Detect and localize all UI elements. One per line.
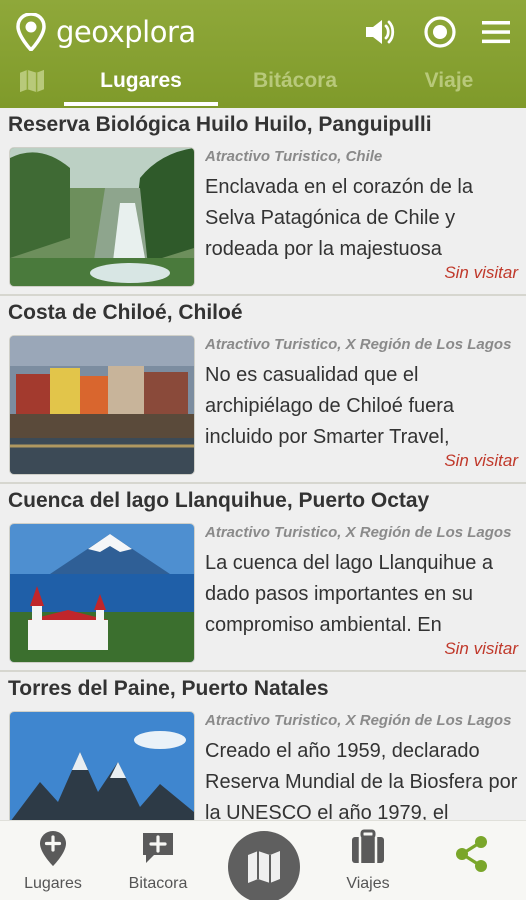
place-category: Atractivo Turistico, X Región de Los Lag… (205, 336, 512, 353)
nav-label: Viajes (346, 875, 390, 892)
place-description: Enclavada en el corazón de la Selva Pata… (205, 176, 473, 260)
place-title: Costa de Chiloé, Chiloé (8, 301, 243, 324)
nav-label: Bitacora (128, 875, 188, 892)
top-bar: geoxplora (0, 0, 526, 62)
place-image (10, 336, 194, 474)
places-list[interactable]: Reserva Biológica Huilo Huilo, Panguipul… (0, 108, 526, 820)
bottom-navigation: Lugares Bitacora Viajes (0, 820, 526, 900)
visit-status: Sin visitar (444, 451, 518, 470)
tab-viaje[interactable]: Viaje (372, 62, 526, 106)
active-tab-indicator (64, 102, 218, 106)
tab-map[interactable] (0, 62, 64, 106)
map-icon (248, 851, 280, 883)
luggage-icon (350, 829, 386, 867)
tab-bar: Lugares Bitácora Viaje (0, 62, 526, 106)
volume-icon[interactable] (362, 14, 398, 50)
visit-status: Sin visitar (444, 263, 518, 282)
place-title: Reserva Biológica Huilo Huilo, Panguipul… (8, 113, 432, 136)
menu-icon[interactable] (478, 14, 514, 50)
nav-viajes[interactable]: Viajes (318, 821, 418, 900)
app-name: geoxplora (56, 15, 196, 49)
place-title: Torres del Paine, Puerto Natales (8, 677, 329, 700)
place-card[interactable]: Torres del Paine, Puerto Natales Atracti… (0, 672, 526, 820)
place-card[interactable]: Costa de Chiloé, Chiloé Atractivo Turist… (0, 296, 526, 484)
add-comment-icon (140, 829, 176, 867)
add-place-icon (35, 829, 71, 867)
map-button[interactable] (228, 831, 300, 900)
place-title: Cuenca del lago Llanquihue, Puerto Octay (8, 489, 430, 512)
tab-lugares[interactable]: Lugares (64, 62, 218, 106)
share-icon (454, 835, 490, 873)
place-image (10, 148, 194, 286)
tab-bitacora[interactable]: Bitácora (218, 62, 372, 106)
place-category: Atractivo Turistico, Chile (205, 148, 383, 165)
nav-lugares[interactable]: Lugares (3, 821, 103, 900)
place-description: La cuenca del lago Llanquihue a dado pas… (205, 552, 494, 636)
place-image (10, 712, 194, 820)
place-description: No es casualidad que el archipiélago de … (205, 364, 455, 448)
place-card[interactable]: Reserva Biológica Huilo Huilo, Panguipul… (0, 108, 526, 296)
map-pin-icon (16, 12, 46, 53)
app-header: geoxplora Lugares Bitácora Viaje (0, 0, 526, 108)
place-image (10, 524, 194, 662)
nav-bitacora[interactable]: Bitacora (108, 821, 208, 900)
place-category: Atractivo Turistico, X Región de Los Lag… (205, 524, 512, 541)
nav-share[interactable] (422, 821, 522, 900)
record-icon[interactable] (422, 14, 458, 50)
visit-status: Sin visitar (444, 639, 518, 658)
place-card[interactable]: Cuenca del lago Llanquihue, Puerto Octay… (0, 484, 526, 672)
map-icon (20, 69, 44, 93)
place-description: Creado el año 1959, declarado Reserva Mu… (205, 740, 518, 820)
place-category: Atractivo Turistico, X Región de Los Lag… (205, 712, 512, 729)
nav-label: Lugares (24, 875, 82, 892)
